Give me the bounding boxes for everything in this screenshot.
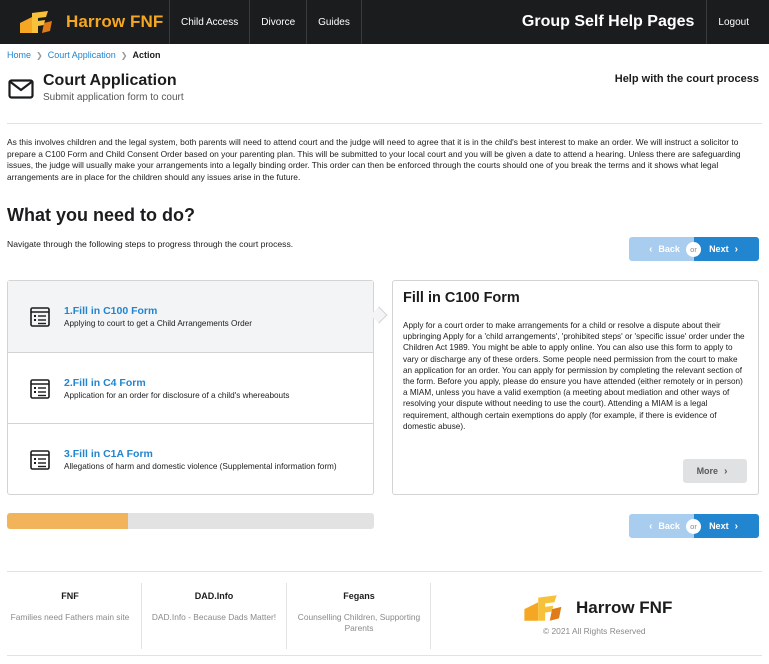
nav-divorce[interactable]: Divorce	[250, 0, 308, 44]
chevron-left-icon: ‹	[649, 243, 653, 255]
more-label: More	[696, 466, 719, 476]
step-c100[interactable]: 1.Fill in C100 Form Applying to court to…	[8, 281, 373, 352]
footer-brand: Harrow FNF	[522, 593, 672, 623]
page-title: Court Application	[43, 72, 177, 89]
footer-separator	[430, 583, 431, 649]
nav-guides[interactable]: Guides	[307, 0, 362, 44]
step-desc: Allegations of harm and domestic violenc…	[64, 462, 337, 471]
intro-text: As this involves children and the legal …	[7, 137, 741, 182]
step-nav-bottom: ‹ Back Next › or	[629, 514, 759, 538]
divider	[7, 123, 762, 124]
section-subtitle: Navigate through the following steps to …	[7, 239, 294, 249]
page-header: Court Application Submit application for…	[8, 72, 184, 103]
footer-col-title: DAD.Info	[194, 591, 234, 601]
form-list-icon	[30, 306, 50, 327]
envelope-icon	[8, 79, 34, 99]
chevron-right-icon: ›	[724, 465, 728, 477]
footer-col-fegans[interactable]: Fegans Counselling Children, Supporting …	[296, 583, 422, 649]
page-subtitle: Submit application form to court	[43, 92, 184, 103]
next-button[interactable]: Next ›	[694, 514, 759, 538]
next-label: Next	[709, 244, 729, 254]
chevron-right-icon: ›	[734, 243, 738, 255]
nav-child-access[interactable]: Child Access	[170, 0, 251, 44]
step-title: 2.Fill in C4 Form	[64, 377, 146, 389]
copyright: © 2021 All Rights Reserved	[543, 626, 646, 636]
footer-col-title: Fegans	[343, 591, 375, 601]
group-self-help-title: Group Self Help Pages	[510, 0, 708, 44]
footer-separator	[286, 583, 287, 649]
back-label: Back	[658, 521, 680, 531]
brand[interactable]: Harrow FNF	[0, 0, 170, 44]
footer-brand-name: Harrow FNF	[576, 598, 673, 617]
fnf-logo-icon	[524, 595, 562, 621]
breadcrumb-court-application[interactable]: Court Application	[48, 50, 116, 60]
step-nav-top: ‹ Back Next › or	[629, 237, 759, 261]
form-list-icon	[30, 378, 50, 399]
step-title: 3.Fill in C1A Form	[64, 448, 153, 460]
brand-title: Harrow FNF	[66, 12, 164, 31]
chevron-left-icon: ‹	[649, 520, 653, 532]
progress-bar	[7, 513, 374, 529]
chevron-right-icon: ›	[734, 520, 738, 532]
footer-col-desc: DAD.Info - Because Dads Matter!	[151, 612, 277, 622]
form-list-icon	[30, 449, 50, 470]
or-separator: or	[686, 242, 701, 257]
chevron-right-icon: ❯	[120, 50, 128, 60]
detail-body: Apply for a court order to make arrangem…	[403, 321, 745, 431]
back-button[interactable]: ‹ Back	[629, 237, 694, 261]
chevron-right-icon: ❯	[36, 50, 43, 60]
breadcrumb-home[interactable]: Home	[7, 50, 31, 60]
help-court-process-link[interactable]: Help with the court process	[615, 73, 759, 85]
top-navbar: Harrow FNF Child Access Divorce Guides G…	[0, 0, 769, 44]
step-title: 1.Fill in C100 Form	[64, 305, 158, 317]
or-separator: or	[686, 519, 701, 534]
back-label: Back	[658, 244, 680, 254]
footer-divider	[7, 571, 762, 572]
step-c1a[interactable]: 3.Fill in C1A Form Allegations of harm a…	[8, 424, 373, 495]
active-step-pointer	[370, 306, 388, 324]
back-button[interactable]: ‹ Back	[629, 514, 694, 538]
more-button[interactable]: More ›	[683, 459, 747, 483]
section-title: What you need to do?	[7, 205, 195, 225]
step-detail-card: Fill in C100 Form Apply for a court orde…	[392, 280, 759, 495]
breadcrumb-active: Action	[132, 50, 161, 60]
footer-col-desc: Families need Fathers main site	[10, 612, 130, 622]
footer-col-title: FNF	[61, 591, 79, 601]
next-button[interactable]: Next ›	[694, 237, 759, 261]
step-desc: Application for an order for disclosure …	[64, 391, 290, 400]
detail-title: Fill in C100 Form	[403, 290, 520, 306]
footer-col-fnf[interactable]: FNF Families need Fathers main site	[7, 583, 133, 649]
footer-col-desc: Counselling Children, Supporting Parents	[297, 612, 421, 633]
next-label: Next	[709, 521, 729, 531]
steps-list: 1.Fill in C100 Form Applying to court to…	[7, 280, 388, 495]
progress-fill	[7, 513, 129, 529]
fnf-logo-icon	[20, 11, 52, 33]
logout-button[interactable]: Logout	[707, 0, 769, 44]
footer-bottom-divider	[7, 655, 762, 656]
footer-separator	[141, 583, 142, 649]
step-desc: Applying to court to get a Child Arrange…	[64, 319, 252, 328]
breadcrumb: Home ❯ Court Application ❯ Action	[7, 50, 160, 60]
step-c4[interactable]: 2.Fill in C4 Form Application for an ord…	[8, 353, 373, 424]
footer-col-dadinfo[interactable]: DAD.Info DAD.Info - Because Dads Matter!	[150, 583, 278, 649]
